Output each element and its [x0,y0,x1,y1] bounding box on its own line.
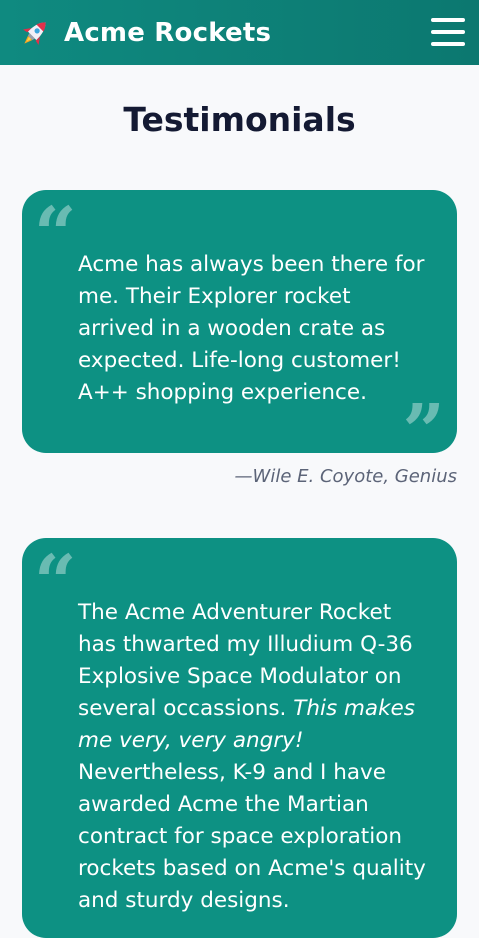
menu-bar-line [431,42,465,46]
testimonial-quote: Acme has always been there for me. Their… [78,252,425,405]
testimonial-card: “ The Acme Adventurer Rocket has thwarte… [22,538,457,938]
page-title: Testimonials [123,100,356,139]
testimonial-quote: The Acme Adventurer Rocket has thwarted … [78,597,427,917]
quote-text-part: Nevertheless, K-9 and I have awarded Acm… [78,760,426,913]
brand-name: Acme Rockets [64,17,272,48]
menu-bar-line [431,30,465,34]
close-quote-icon: ” [402,389,445,475]
rocket-icon [22,21,46,45]
testimonial-attribution: —Wile E. Coyote, Genius [234,466,457,487]
open-quote-icon: “ [34,540,77,626]
open-quote-icon: “ [34,192,77,278]
menu-bar-line [431,18,465,22]
hamburger-menu-icon[interactable] [431,16,465,48]
testimonial-card: “ Acme has always been there for me. The… [22,190,457,469]
home-logo-link[interactable]: Acme Rockets [18,16,271,50]
top-navigation-bar: Acme Rockets [0,0,479,65]
